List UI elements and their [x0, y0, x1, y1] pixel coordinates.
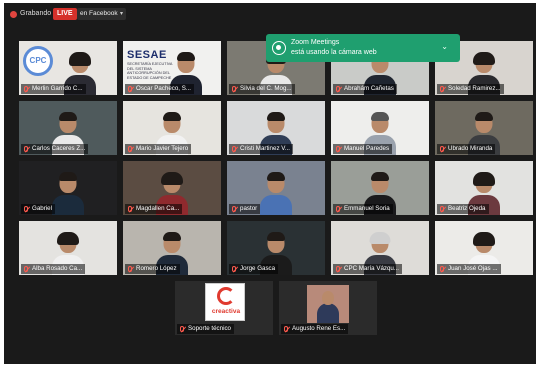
video-tile[interactable]: Augusto Rene Es...	[279, 281, 377, 335]
participant-name: Gabriel	[21, 204, 55, 214]
notification-title: Zoom Meetings	[291, 39, 340, 46]
video-tile[interactable]: SESAE SECRETARÍA EJECUTIVA DEL SISTEMA A…	[123, 41, 221, 95]
mic-muted-icon	[232, 86, 236, 92]
video-tile[interactable]: Magdallen Ca...	[123, 161, 221, 215]
mic-muted-icon	[24, 86, 28, 92]
participant-name: Jorge Gasca	[229, 264, 279, 274]
video-tile[interactable]: Romero López	[123, 221, 221, 275]
participant-name: Alba Rosado Ca...	[21, 264, 86, 274]
participant-name: pastor	[229, 204, 261, 214]
video-tile[interactable]: pastor	[227, 161, 325, 215]
video-tile[interactable]: Manuel Paredes	[331, 101, 429, 155]
video-tile[interactable]: Beatriz Ojeda	[435, 161, 533, 215]
mic-muted-icon	[440, 146, 444, 152]
mic-muted-icon	[440, 86, 444, 92]
sesa-logo: SESAE	[127, 49, 167, 61]
mic-muted-icon	[128, 266, 132, 272]
video-tile[interactable]: Emmanuel Soria	[331, 161, 429, 215]
participant-video	[260, 172, 292, 215]
webcam-icon	[272, 41, 286, 55]
mic-muted-icon	[128, 86, 132, 92]
video-tile[interactable]: Gabriel	[19, 161, 117, 215]
participant-name: Cristi Martinez V...	[229, 144, 293, 154]
participant-video	[52, 172, 84, 215]
mic-muted-icon	[24, 206, 28, 212]
mic-muted-icon	[336, 266, 340, 272]
video-tile[interactable]: Jorge Gasca	[227, 221, 325, 275]
creactiva-logo: creactiva	[205, 283, 245, 321]
mic-muted-icon	[24, 146, 28, 152]
sesa-logo-subtitle: SECRETARÍA EJECUTIVA DEL SISTEMA ANTICOR…	[127, 62, 173, 80]
video-tile[interactable]: creactiva Soporte técnico	[175, 281, 273, 335]
mic-muted-icon	[180, 326, 184, 332]
mic-muted-icon	[24, 266, 28, 272]
mic-muted-icon	[232, 266, 236, 272]
notification-text: está usando la cámara web	[291, 49, 377, 56]
participant-name: Oscar Pacheco, S...	[125, 84, 195, 94]
video-tile[interactable]: CPC María Vázqu...	[331, 221, 429, 275]
meeting-status-bar: Grabando LIVE en Facebook ▾	[4, 3, 536, 27]
creactiva-swirl-icon	[217, 287, 235, 305]
participant-name: Magdallen Ca...	[125, 204, 183, 214]
video-tile[interactable]: Cristi Martinez V...	[227, 101, 325, 155]
stream-target-label: en Facebook	[80, 10, 118, 17]
live-stream-target-dropdown[interactable]: en Facebook ▾	[77, 8, 126, 20]
participant-name: Manuel Paredes	[333, 144, 393, 154]
mic-muted-icon	[336, 86, 340, 92]
chevron-down-icon[interactable]: ⌄	[441, 42, 448, 51]
participant-name: Mario Javier Tejero	[125, 144, 192, 154]
mic-muted-icon	[284, 326, 288, 332]
participant-video	[317, 291, 339, 323]
video-tile[interactable]: CPC Merlin Garrido C...	[19, 41, 117, 95]
participant-name: Abrahám Cañetas	[333, 84, 397, 94]
participant-name: Soporte técnico	[177, 324, 234, 334]
chevron-down-icon: ▾	[119, 11, 123, 17]
live-badge[interactable]: LIVE	[53, 8, 77, 20]
participant-name: Carlos Caceres Z...	[21, 144, 89, 154]
participant-name: CPC María Vázqu...	[333, 264, 403, 274]
cpc-logo: CPC	[23, 46, 53, 76]
mic-muted-icon	[232, 146, 236, 152]
mic-muted-icon	[440, 206, 444, 212]
video-tile[interactable]: Juan José Ojas ...	[435, 221, 533, 275]
participant-name: Ubrado Miranda	[437, 144, 496, 154]
participant-name: Juan José Ojas ...	[437, 264, 501, 274]
participant-name: Emmanuel Soria	[333, 204, 393, 214]
video-tile[interactable]: Alba Rosado Ca...	[19, 221, 117, 275]
participant-name: Augusto Rene Es...	[281, 324, 349, 334]
mic-muted-icon	[128, 206, 132, 212]
mic-muted-icon	[232, 206, 236, 212]
video-tile[interactable]: Carlos Caceres Z...	[19, 101, 117, 155]
participant-name: Soledad Ramirez...	[437, 84, 504, 94]
video-tile-active-speaker[interactable]: Mario Javier Tejero	[123, 101, 221, 155]
video-tile[interactable]: Ubrado Miranda	[435, 101, 533, 155]
participant-name: Silvia del C. Mog...	[229, 84, 295, 94]
recording-label: Grabando	[20, 10, 52, 17]
creactiva-logo-text: creactiva	[211, 308, 241, 315]
zoom-window: CPC Merlin Garrido C... SESAE SECRETARÍA…	[4, 3, 536, 364]
mic-muted-icon	[336, 206, 340, 212]
participant-name: Merlin Garrido C...	[21, 84, 86, 94]
mic-muted-icon	[128, 146, 132, 152]
participant-name: Romero López	[125, 264, 180, 274]
camera-in-use-notification[interactable]: Zoom Meetings está usando la cámara web …	[266, 34, 460, 62]
mic-muted-icon	[440, 266, 444, 272]
participant-name: Beatriz Ojeda	[437, 204, 489, 214]
mic-muted-icon	[336, 146, 340, 152]
recording-icon	[10, 11, 17, 18]
